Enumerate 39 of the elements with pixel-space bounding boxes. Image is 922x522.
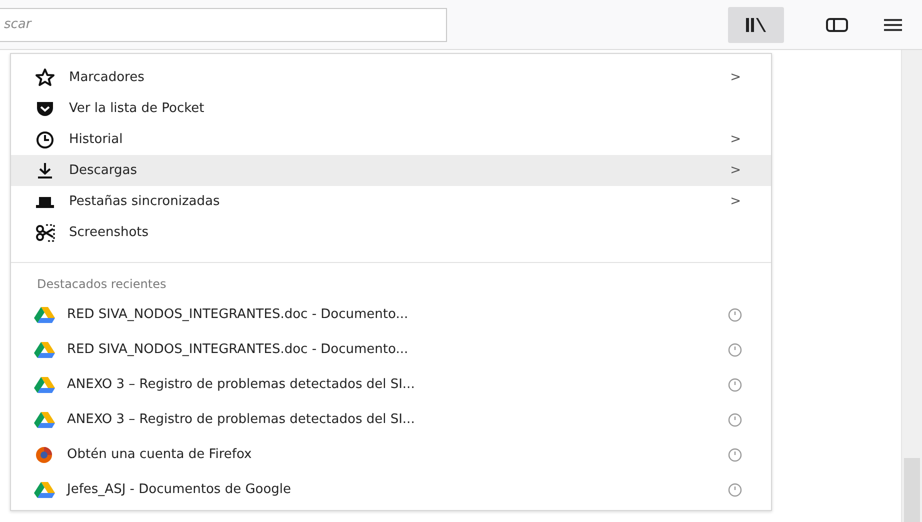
download-icon	[35, 160, 55, 180]
sidebar-icon	[826, 18, 848, 32]
recent-item[interactable]: Obtén una cuenta de Firefox	[11, 437, 771, 472]
clock-icon	[727, 482, 743, 498]
menu-item[interactable]: Pestañas sincronizadas >	[11, 186, 771, 217]
chevron-icon: >	[730, 194, 741, 209]
menu-item[interactable]: Descargas >	[11, 155, 771, 186]
recent-item[interactable]: ANEXO 3 – Registro de problemas detectados del SI...	[11, 367, 771, 402]
recent-item[interactable]: ANEXO 3 – Registro de problemas detectados del SI...	[11, 402, 771, 437]
chevron-icon: >	[730, 163, 741, 178]
section-heading: Destacados recientes	[36, 276, 168, 293]
library-button[interactable]	[728, 6, 784, 42]
clock-icon	[35, 130, 55, 150]
scissors-icon	[35, 222, 55, 242]
globe-icon	[33, 444, 55, 464]
clock-icon	[727, 412, 743, 428]
clock-icon	[727, 342, 743, 358]
chevron-icon: >	[730, 132, 741, 147]
search-field[interactable]: scar	[0, 8, 447, 42]
recent-item[interactable]: RED SIVA_NODOS_INTEGRANTES.doc - Documento...	[11, 297, 771, 332]
menu-icon	[884, 18, 902, 32]
clock-icon	[727, 446, 743, 462]
chevron-icon: >	[730, 70, 741, 85]
drive-icon	[33, 410, 55, 430]
menu-item[interactable]: Historial >	[11, 124, 771, 155]
recent-item[interactable]: Jefes_ASJ - Documentos de Google	[11, 472, 771, 507]
scrollbar[interactable]	[901, 50, 922, 522]
drive-icon	[33, 480, 55, 500]
menu-item[interactable]: Screenshots	[11, 217, 771, 248]
menu-item[interactable]: Marcadores >	[11, 62, 771, 93]
clock-icon	[727, 376, 743, 392]
menu-item[interactable]: Ver la lista de Pocket	[11, 93, 771, 124]
recent-item[interactable]: RED SIVA_NODOS_INTEGRANTES.doc - Documento...	[11, 332, 771, 367]
drive-icon	[33, 340, 55, 360]
drive-icon	[33, 304, 55, 324]
star-icon	[35, 68, 55, 88]
library-icon	[745, 16, 767, 32]
drive-icon	[33, 374, 55, 394]
clock-icon	[727, 306, 743, 322]
